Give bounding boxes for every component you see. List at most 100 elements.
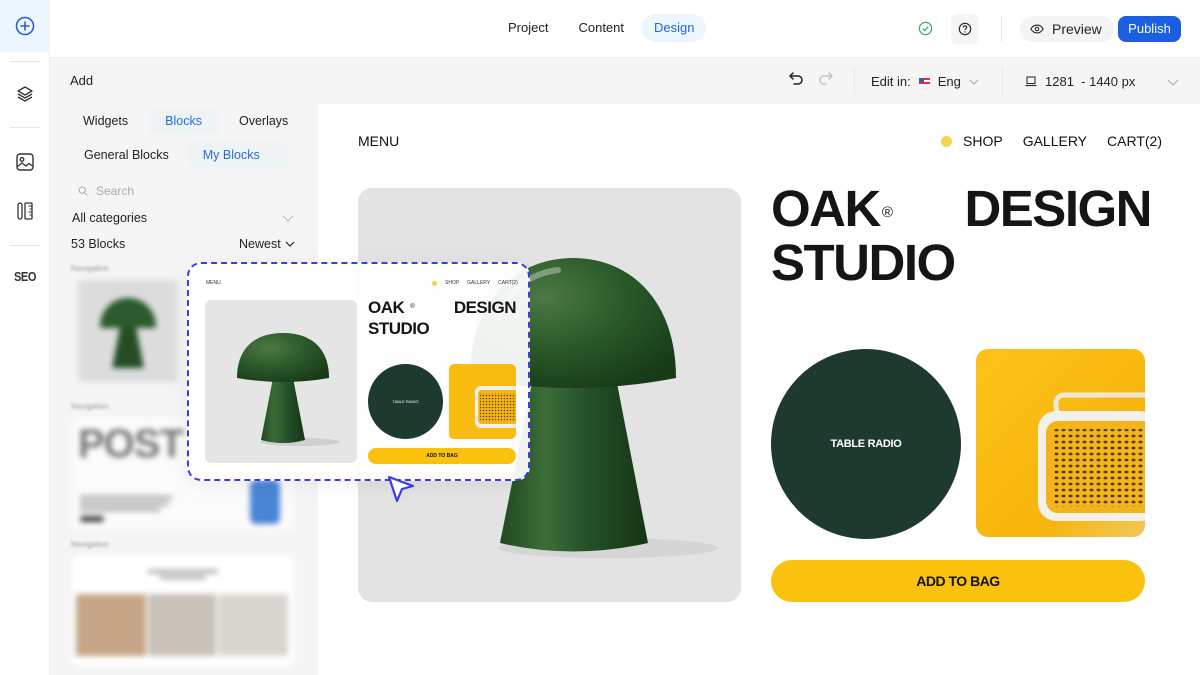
preview-nav-dot — [432, 280, 437, 286]
tab-blocks[interactable]: Blocks — [148, 108, 219, 134]
preview-add-to-bag: ADD TO BAG — [368, 448, 516, 464]
tab-general-blocks[interactable]: General Blocks — [72, 142, 181, 168]
category-value: All categories — [72, 211, 148, 225]
text-line — [80, 496, 172, 499]
sort-value: Newest — [239, 237, 281, 251]
us-flag-icon — [918, 77, 930, 86]
drag-preview-block[interactable]: MENU SHOP GALLERY CART(2) OAK ® DESIGN ST… — [187, 262, 530, 481]
nav-gallery[interactable]: GALLERY — [1023, 133, 1087, 149]
add-to-bag-button[interactable]: ADD TO BAG — [771, 560, 1145, 602]
rail-divider — [10, 245, 40, 246]
site-nav: SHOP GALLERY CART(2) — [941, 133, 1162, 149]
nav-cart[interactable]: CART(2) — [1107, 133, 1162, 149]
drag-cursor — [386, 474, 416, 509]
preview-circle-label: TABLE RADIO — [392, 399, 419, 404]
website-builder: SEO Project Content Design Preview Publi… — [0, 0, 1200, 675]
nav-shop[interactable]: SHOP — [963, 133, 1003, 149]
preview-label: Preview — [1052, 21, 1102, 37]
rail-divider — [10, 61, 40, 62]
rail-design-tools-button[interactable] — [0, 196, 50, 226]
layers-icon — [17, 86, 33, 102]
redo-button[interactable] — [818, 70, 834, 91]
title-line-1: OAK ® DESIGN — [771, 180, 1152, 237]
circle-label: TABLE RADIO — [830, 438, 902, 450]
chevron-down-icon — [285, 241, 295, 247]
eye-icon — [1030, 24, 1044, 34]
rail-seo-button[interactable]: SEO — [0, 261, 50, 291]
sort-select[interactable]: Newest — [239, 237, 295, 251]
language-selector[interactable]: Edit in: Eng — [871, 74, 979, 89]
rail-layers-button[interactable] — [0, 79, 50, 109]
toolbar-divider — [1001, 16, 1002, 42]
gallery-image — [218, 594, 288, 656]
title-design: DESIGN — [964, 180, 1152, 237]
saved-status — [916, 19, 934, 37]
lamp-image — [237, 333, 340, 446]
lamp-image — [100, 298, 156, 368]
site-title[interactable]: OAK ® DESIGN STUDIO — [771, 180, 1152, 291]
tab-design[interactable]: Design — [642, 14, 707, 42]
check-circle-icon — [918, 21, 932, 35]
tab-my-blocks[interactable]: My Blocks — [186, 142, 288, 168]
preview-nav: SHOP GALLERY CART(2) — [432, 280, 518, 286]
block-search-input[interactable]: Search — [72, 180, 294, 202]
preview-button[interactable]: Preview — [1020, 16, 1114, 42]
title-oak: OAK ® — [771, 180, 893, 237]
image-icon — [16, 153, 34, 171]
registered-mark: ® — [881, 204, 893, 221]
undo-button[interactable] — [788, 70, 804, 91]
chevron-down-icon — [282, 215, 294, 222]
toolbar-divider — [854, 68, 855, 94]
rail-divider — [10, 127, 40, 128]
preview-nav-gallery: GALLERY — [467, 280, 491, 286]
toolbar-divider — [1002, 68, 1003, 98]
table-radio-circle[interactable]: TABLE RADIO — [771, 349, 961, 539]
block-headline: POST — [78, 422, 184, 466]
text-line — [160, 576, 206, 579]
icon-rail: SEO — [0, 0, 50, 675]
title-oak-text: OAK — [771, 180, 881, 237]
redo-icon — [819, 72, 833, 85]
text-line — [148, 570, 218, 573]
preview-title-oak: OAK ® — [368, 297, 415, 318]
tab-widgets[interactable]: Widgets — [71, 108, 140, 134]
top-bar: Project Content Design Preview Publish — [50, 0, 1200, 58]
breakpoint-selector[interactable]: 1281 - 1440 px — [1025, 74, 1135, 89]
tab-content[interactable]: Content — [566, 14, 637, 42]
site-menu-link[interactable]: MENU — [358, 133, 399, 149]
undo-icon — [789, 72, 803, 85]
block-thumbnail[interactable] — [72, 556, 294, 666]
mode-tabs: Project Content Design — [496, 14, 707, 42]
nav-dot — [941, 135, 952, 147]
sub-toolbar: Add Edit in: Eng 1281 - 1440 px — [50, 58, 1200, 104]
button-shape — [80, 516, 104, 522]
breakpoint-dropdown-toggle[interactable] — [1167, 74, 1179, 92]
search-icon — [78, 186, 88, 196]
block-subtabs: General Blocks My Blocks — [72, 142, 288, 168]
text-line — [80, 502, 168, 505]
preview-title-design: DESIGN — [453, 298, 517, 317]
category-select[interactable]: All categories — [72, 208, 294, 228]
laptop-icon — [1025, 76, 1037, 87]
plus-circle-icon — [15, 16, 35, 36]
block-category-label: Navigation — [71, 402, 109, 411]
gallery-image — [148, 594, 216, 656]
tab-overlays[interactable]: Overlays — [227, 108, 300, 134]
radio-product-image[interactable] — [976, 349, 1145, 537]
block-category-label: Navigation — [71, 264, 109, 273]
rail-media-button[interactable] — [0, 147, 50, 177]
breakpoint-value: 1281 - 1440 px — [1045, 74, 1136, 89]
edit-in-label: Edit in: — [871, 74, 911, 89]
image-shape — [250, 480, 280, 524]
help-button[interactable] — [951, 14, 979, 44]
title-studio: STUDIO — [771, 234, 956, 291]
preview-registered-mark: ® — [410, 304, 415, 310]
preview-title-studio: STUDIO — [368, 319, 430, 338]
language-value: Eng — [937, 74, 961, 89]
block-thumbnail[interactable] — [78, 280, 178, 382]
tab-project[interactable]: Project — [496, 14, 561, 42]
panel-tabs: Widgets Blocks Overlays — [71, 108, 300, 134]
rail-add-button[interactable] — [0, 0, 50, 52]
publish-button[interactable]: Publish — [1118, 16, 1181, 42]
preview-circle: TABLE RADIO — [368, 364, 443, 439]
